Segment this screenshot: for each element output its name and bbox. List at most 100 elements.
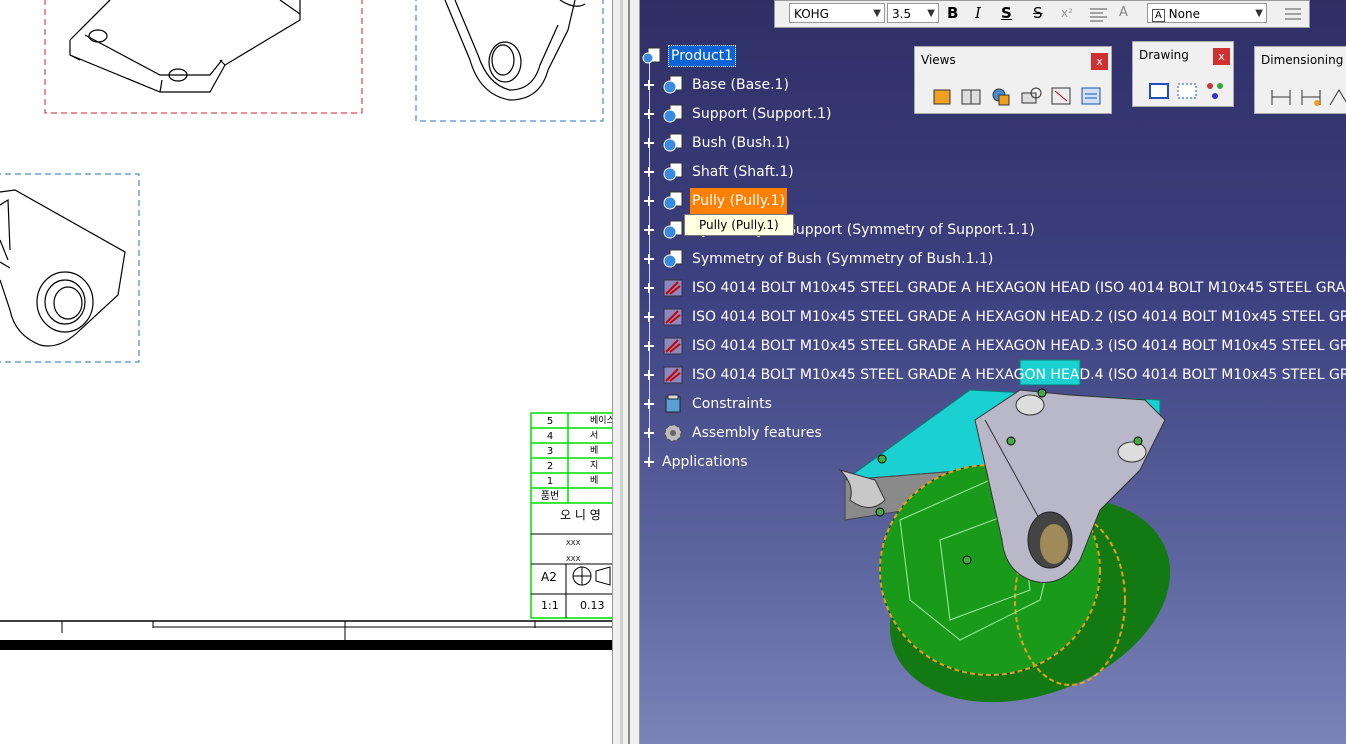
- splitter-grip: [620, 0, 623, 744]
- close-drawing-toolbar-button[interactable]: x: [1213, 48, 1230, 65]
- window-splitter[interactable]: [612, 0, 640, 744]
- title-block-item-names: 베이스 서 베 지 베: [590, 414, 612, 489]
- expand-icon[interactable]: [644, 196, 654, 206]
- expand-icon[interactable]: [644, 283, 654, 293]
- bolt-icon: [663, 279, 683, 297]
- view-projection-icon[interactable]: [959, 85, 985, 109]
- designer-name: 오 니 영: [560, 508, 601, 522]
- views-toolbar[interactable]: Views x: [914, 46, 1112, 114]
- expand-icon[interactable]: [644, 341, 654, 351]
- tree-item-label[interactable]: Applications: [660, 449, 750, 475]
- bolt-icon: [663, 308, 683, 326]
- part-icon: [663, 133, 683, 152]
- drawing-sheet[interactable]: 5 4 3 2 1 품번 베이스 서 베 지 베 오 니 영 XXX XXX A…: [0, 0, 612, 744]
- drawing-canvas: [0, 0, 612, 650]
- part-icon: [663, 249, 683, 268]
- font-name-select[interactable]: KOHG ▼: [789, 3, 885, 23]
- item-number: 3: [546, 446, 554, 457]
- part-icon: [663, 104, 683, 123]
- bold-button[interactable]: B: [947, 3, 958, 23]
- expand-icon[interactable]: [644, 370, 654, 380]
- view-front-icon[interactable]: [931, 85, 957, 109]
- item-number: 1: [546, 476, 554, 487]
- tree-item-label[interactable]: Shaft (Shaft.1): [690, 159, 796, 185]
- tree-item-label[interactable]: Base (Base.1): [690, 72, 791, 98]
- part-icon: [663, 220, 683, 239]
- font-size-select[interactable]: 3.5 ▼: [887, 3, 939, 23]
- tree-root-label[interactable]: Product1: [668, 45, 737, 67]
- expand-icon[interactable]: [644, 109, 654, 119]
- sheet-size: A2: [541, 570, 557, 584]
- text-settings-icon[interactable]: [1281, 1, 1305, 25]
- chevron-down-icon: ▼: [873, 8, 881, 19]
- tree-item-label[interactable]: ISO 4014 BOLT M10x45 STEEL GRADE A HEXAG…: [690, 333, 1346, 359]
- item-number: 5: [546, 416, 554, 427]
- item-name: 서: [590, 431, 599, 441]
- expand-icon[interactable]: [644, 428, 654, 438]
- italic-button[interactable]: I: [975, 3, 981, 23]
- chained-dimension-icon[interactable]: [1299, 85, 1325, 109]
- align-icon[interactable]: [1087, 3, 1113, 25]
- splitter-edge: [628, 0, 630, 744]
- item-number: 2: [546, 461, 554, 472]
- frame-select[interactable]: A None ▼: [1147, 3, 1267, 23]
- text-properties-toolbar: KOHG ▼ 3.5 ▼ B I S S x² A A None ▼: [774, 0, 1310, 28]
- item-name: 지: [590, 461, 599, 471]
- part-icon: [663, 75, 683, 94]
- tree-item-label[interactable]: Support (Support.1): [690, 101, 833, 127]
- close-views-toolbar-button[interactable]: x: [1091, 53, 1108, 70]
- tree-item-label[interactable]: Constraints: [690, 391, 774, 417]
- item-name: 베: [590, 476, 599, 486]
- bolt-icon: [663, 366, 683, 384]
- item-number: 4: [546, 431, 554, 442]
- base-part-view: [69, 0, 301, 93]
- expand-icon[interactable]: [644, 225, 654, 235]
- drawing-toolbar[interactable]: Drawing x: [1132, 41, 1234, 107]
- expand-icon[interactable]: [644, 399, 654, 409]
- part-icon: [663, 162, 683, 181]
- assembly-features-icon: [664, 424, 682, 442]
- anchor-icon[interactable]: A: [1119, 3, 1128, 23]
- new-sheet-icon[interactable]: [1147, 79, 1173, 103]
- view-frame-top-right: [415, 0, 604, 122]
- item-number-header: 품번: [540, 491, 560, 502]
- frame-icon: A: [1152, 9, 1165, 22]
- font-name-value: KOHG: [794, 7, 829, 21]
- new-detail-icon[interactable]: [1175, 79, 1201, 103]
- dimensioning-toolbar[interactable]: Dimensioning: [1254, 46, 1346, 114]
- view-clipping-icon[interactable]: [1049, 85, 1075, 109]
- tree-item-label[interactable]: Symmetry of Bush (Symmetry of Bush.1.1): [690, 246, 995, 272]
- dimensioning-toolbar-title: Dimensioning: [1261, 53, 1344, 67]
- underline-button[interactable]: S: [1001, 3, 1012, 23]
- expand-icon[interactable]: [644, 138, 654, 148]
- part-icon: [663, 191, 683, 210]
- expand-icon[interactable]: [644, 167, 654, 177]
- font-size-value: 3.5: [892, 7, 912, 21]
- tree-tooltip: Pully (Pully.1): [684, 214, 794, 236]
- expand-icon[interactable]: [644, 254, 654, 264]
- superscript-button[interactable]: x²: [1061, 3, 1073, 23]
- tolerance-icon[interactable]: [1327, 85, 1346, 109]
- view-wizard-icon[interactable]: [1079, 85, 1105, 109]
- tree-item-label[interactable]: Bush (Bush.1): [690, 130, 792, 156]
- view-detail-icon[interactable]: [1019, 85, 1045, 109]
- expand-icon[interactable]: [644, 80, 654, 90]
- item-name: 베: [590, 446, 599, 456]
- dimension-icon[interactable]: [1269, 85, 1295, 109]
- view-section-icon[interactable]: [989, 85, 1015, 109]
- tree-item-label[interactable]: ISO 4014 BOLT M10x45 STEEL GRADE A HEXAG…: [690, 304, 1346, 330]
- expand-icon[interactable]: [644, 457, 654, 467]
- constraints-icon: [665, 394, 681, 413]
- tree-item-label[interactable]: ISO 4014 BOLT M10x45 STEEL GRADE A HEXAG…: [690, 275, 1346, 301]
- sheet-border-bottom: [0, 640, 612, 650]
- tree-item-label[interactable]: Assembly features: [690, 420, 824, 446]
- scale-value: 1:1: [541, 599, 559, 612]
- frame-value: None: [1168, 7, 1200, 21]
- chevron-down-icon: ▼: [1255, 8, 1263, 19]
- support-side-view: [0, 189, 126, 347]
- tree-item-label-selected[interactable]: Pully (Pully.1): [690, 188, 788, 214]
- expand-icon[interactable]: [644, 312, 654, 322]
- instantiate-icon[interactable]: [1203, 79, 1229, 103]
- tree-item-label[interactable]: ISO 4014 BOLT M10x45 STEEL GRADE A HEXAG…: [690, 362, 1346, 388]
- strikethrough-button[interactable]: S: [1033, 3, 1043, 23]
